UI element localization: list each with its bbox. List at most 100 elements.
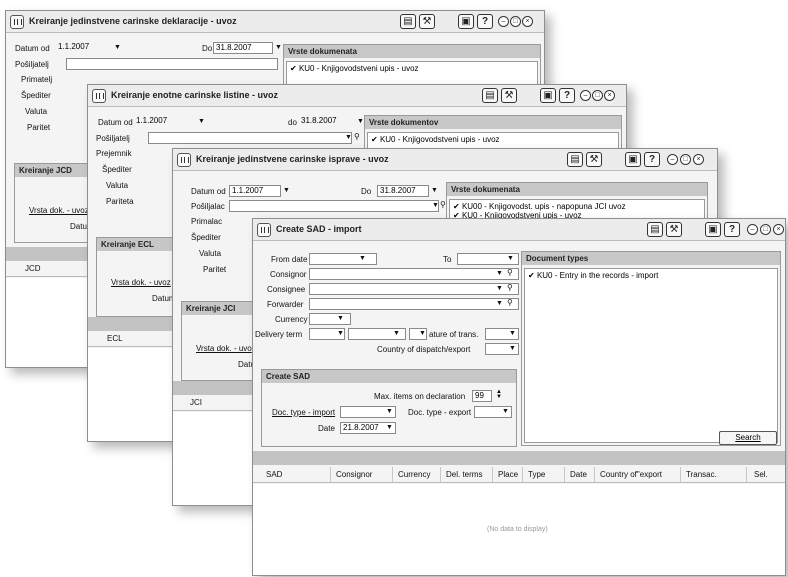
minimize-icon[interactable]: –	[747, 224, 758, 235]
chevron-down-icon[interactable]: ▼	[357, 118, 364, 125]
maximize-icon[interactable]: □	[592, 90, 603, 101]
maximize-icon[interactable]: □	[510, 16, 521, 27]
minimize-icon[interactable]: –	[580, 90, 591, 101]
date-to-input[interactable]: 31.8.2007	[213, 42, 273, 54]
chevron-down-icon[interactable]: ▼	[114, 44, 121, 51]
date-to-input[interactable]: 31.8.2007	[299, 116, 355, 128]
doc-type-item-label: KU0 - Knjigovodstveni upis - uvoz	[379, 135, 500, 144]
chevron-down-icon[interactable]: ▼	[386, 408, 393, 415]
chevron-down-icon[interactable]: ▼	[496, 300, 503, 307]
consignor-input[interactable]	[309, 268, 519, 280]
chevron-down-icon[interactable]: ▼	[507, 255, 514, 262]
sender-label: Pošiljalac	[191, 202, 225, 211]
document-icon[interactable]: ▤	[647, 222, 663, 237]
chevron-down-icon[interactable]: ▼	[509, 345, 516, 352]
consignee-label: Consignee	[267, 285, 306, 294]
tools-icon[interactable]: ⚒	[666, 222, 682, 237]
preview-icon[interactable]: ▣	[458, 14, 474, 29]
doc-type-item[interactable]: ✔ KU00 - Knjigovodst. upis - napopuna JC…	[453, 202, 626, 211]
chevron-down-icon[interactable]: ▼	[337, 330, 344, 337]
app-icon	[257, 223, 271, 237]
close-icon[interactable]: ×	[604, 90, 615, 101]
max-items-input[interactable]: 99	[472, 390, 492, 402]
app-icon	[177, 153, 191, 167]
maximize-icon[interactable]: □	[680, 154, 691, 165]
tools-icon[interactable]: ⚒	[419, 14, 435, 29]
preview-icon[interactable]: ▣	[625, 152, 641, 167]
chevron-down-icon[interactable]: ▼	[386, 424, 393, 431]
doc-type-item[interactable]: ✔ KU0 - Knjigovodstveni upis - uvoz	[290, 64, 419, 73]
country-label: Country of dispatch/export	[377, 345, 471, 354]
tools-icon[interactable]: ⚒	[501, 88, 517, 103]
document-icon[interactable]: ▤	[400, 14, 416, 29]
column-header-sad[interactable]: SAD	[263, 467, 331, 482]
doc-types-list: ✔ KU0 - Entry in the records - import	[524, 268, 778, 443]
search-button[interactable]: Search	[719, 431, 777, 445]
chevron-down-icon[interactable]: ▼	[432, 202, 439, 209]
sender-input[interactable]	[148, 132, 352, 144]
search-icon[interactable]: ⚲	[354, 132, 360, 141]
chevron-down-icon[interactable]: ▼	[345, 134, 352, 141]
sender-input[interactable]	[229, 200, 439, 212]
chevron-down-icon[interactable]: ▼	[496, 270, 503, 277]
doc-type-item[interactable]: ✔ KU0 - Entry in the records - import	[528, 271, 658, 280]
currency-input[interactable]	[309, 313, 351, 325]
preview-icon[interactable]: ▣	[540, 88, 556, 103]
column-header-del-terms[interactable]: Del. terms	[443, 467, 493, 482]
term-label: Paritet	[203, 265, 227, 274]
document-icon[interactable]: ▤	[482, 88, 498, 103]
date-from-input[interactable]: 1.1.2007	[134, 116, 186, 128]
chevron-down-icon[interactable]: ▼	[393, 330, 400, 337]
date-from-input[interactable]	[309, 253, 377, 265]
chevron-down-icon[interactable]: ▼	[509, 330, 516, 337]
tools-icon[interactable]: ⚒	[586, 152, 602, 167]
forwarder-input[interactable]	[309, 298, 519, 310]
column-header-consignor[interactable]: Consignor	[333, 467, 393, 482]
column-header-sel[interactable]: Sel.	[751, 467, 785, 482]
minimize-icon[interactable]: –	[667, 154, 678, 165]
currency-label: Valuta	[106, 181, 129, 190]
close-icon[interactable]: ×	[522, 16, 533, 27]
help-icon[interactable]: ?	[644, 152, 660, 167]
date-from-input[interactable]: 1.1.2007	[229, 185, 281, 197]
search-icon[interactable]: ⚲	[507, 268, 513, 277]
grid-header: SAD Consignor Currency Del. terms Place …	[253, 467, 785, 483]
doc-type-item[interactable]: ✔ KU0 - Knjigovodstveni upis - uvoz	[371, 135, 500, 144]
help-icon[interactable]: ?	[724, 222, 740, 237]
sender-input[interactable]	[66, 58, 278, 70]
search-icon[interactable]: ⚲	[507, 283, 513, 292]
stepper-icon[interactable]: ▲ ▼	[496, 389, 502, 400]
chevron-down-icon[interactable]: ▼	[359, 255, 366, 262]
search-icon[interactable]: ⚲	[440, 200, 446, 209]
chevron-down-icon[interactable]: ▼	[502, 408, 509, 415]
chevron-down-icon[interactable]: ▼	[275, 44, 282, 51]
column-header-type[interactable]: Type	[525, 467, 565, 482]
preview-icon[interactable]: ▣	[705, 222, 721, 237]
chevron-down-icon[interactable]: ▼	[431, 187, 438, 194]
consignee-input[interactable]	[309, 283, 519, 295]
chevron-down-icon[interactable]: ▼	[283, 187, 290, 194]
column-header-place[interactable]: Place	[495, 467, 523, 482]
search-icon[interactable]: ⚲	[507, 298, 513, 307]
chevron-down-icon[interactable]: ▼	[496, 285, 503, 292]
document-icon[interactable]: ▤	[567, 152, 583, 167]
help-icon[interactable]: ?	[477, 14, 493, 29]
close-icon[interactable]: ×	[773, 224, 784, 235]
help-icon[interactable]: ?	[559, 88, 575, 103]
maximize-icon[interactable]: □	[760, 224, 771, 235]
currency-label: Valuta	[25, 107, 48, 116]
close-icon[interactable]: ×	[693, 154, 704, 165]
chevron-down-icon[interactable]: ▼	[198, 118, 205, 125]
column-header-date[interactable]: Date	[567, 467, 595, 482]
term-label: Pariteta	[106, 197, 134, 206]
grid-body: (No data to display)	[253, 484, 785, 575]
minimize-icon[interactable]: –	[498, 16, 509, 27]
date-to-input[interactable]: 31.8.2007	[377, 185, 429, 197]
column-header-currency[interactable]: Currency	[395, 467, 441, 482]
chevron-down-icon[interactable]: ▼	[419, 330, 426, 337]
window-title: Kreiranje jedinstvene carinske deklaraci…	[29, 16, 237, 26]
column-header-transac[interactable]: Transac.	[683, 467, 747, 482]
column-header-country[interactable]: Country of"export	[597, 467, 681, 482]
desktop: Kreiranje jedinstvene carinske deklaraci…	[0, 0, 788, 577]
chevron-down-icon[interactable]: ▼	[337, 315, 344, 322]
